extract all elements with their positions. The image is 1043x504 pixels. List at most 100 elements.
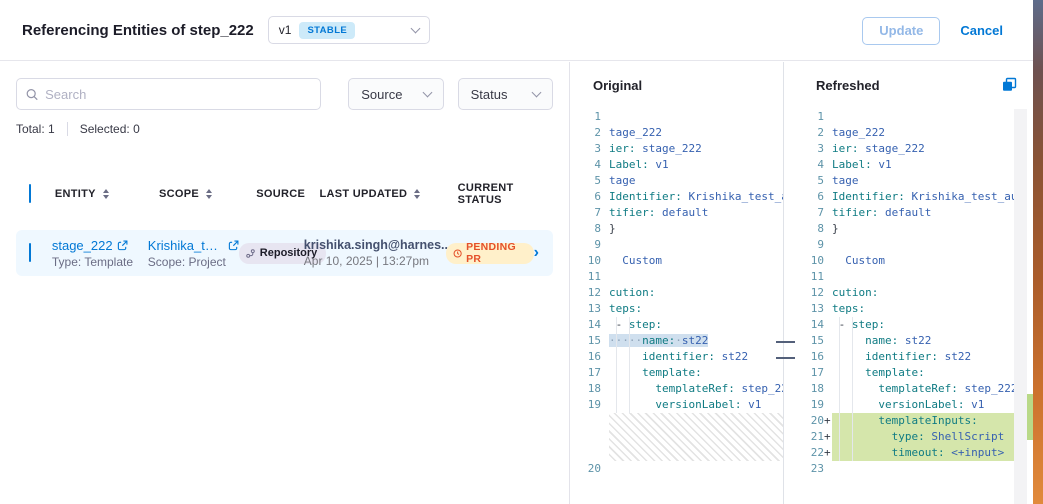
code-line: 22+ timeout: <+input> [794,445,1014,461]
line-number: 15 [571,333,601,349]
column-last-updated: LAST UPDATED [320,188,408,200]
line-number: 9 [571,237,601,253]
cancel-button[interactable]: Cancel [960,23,1003,38]
line-number: 2 [571,125,601,141]
diff-marker [824,397,832,413]
row-checkbox[interactable] [29,243,31,262]
external-link-icon[interactable] [228,240,239,251]
code-line: 8} [571,221,783,237]
line-number: 10 [794,253,824,269]
external-link-icon[interactable] [117,240,128,251]
code-line: 17 template: [794,365,1014,381]
sort-icon[interactable] [414,189,420,199]
line-number: 12 [794,285,824,301]
diff-marker [824,125,832,141]
search-box[interactable] [16,78,321,110]
code-line: 6Identifier: Krishika_test_aut [794,189,1014,205]
code-line: 3ier: stage_222 [794,141,1014,157]
line-number: 17 [571,365,601,381]
code-text: } [609,221,783,237]
scope-level: Scope: Project [148,255,239,269]
code-text: identifier: st22 [609,349,783,365]
line-number: 18 [571,381,601,397]
diff-viewer: Original 12tage_2223ier: stage_2224Label… [571,62,1033,504]
diff-marker [601,461,609,477]
stable-badge: STABLE [299,22,355,39]
diff-marker [601,333,609,349]
diff-marker [601,221,609,237]
code-line: 4Label: v1 [794,157,1014,173]
status-filter-select[interactable]: Status [458,78,553,110]
code-line: 8} [794,221,1014,237]
chevron-down-icon [410,23,420,33]
code-line: 20+ templateInputs: [794,413,1014,429]
diff-marker [824,141,832,157]
totals-bar: Total: 1 Selected: 0 [16,122,553,136]
selected-count: Selected: 0 [80,122,140,136]
refreshed-code[interactable]: 12tage_2223ier: stage_2224Label: v15tage… [794,109,1014,477]
diff-marker [824,301,832,317]
page-edge-gradient [1033,0,1043,504]
code-line: 2tage_222 [571,125,783,141]
line-number: 10 [571,253,601,269]
diff-pane-refreshed: Refreshed 12tage_2223ier: stage_2224Labe… [794,62,1014,504]
code-line: 3ier: stage_222 [571,141,783,157]
code-line: 7tifier: default [571,205,783,221]
diff-marker [601,173,609,189]
line-number: 12 [571,285,601,301]
indent-guide [839,317,840,461]
diff-marker: + [824,445,832,461]
code-text: templateRef: step_222 [609,381,783,397]
code-line: 15 name: st22 [794,333,1014,349]
original-pane-title: Original [571,62,783,109]
update-button[interactable]: Update [862,17,940,45]
search-icon [26,88,38,101]
code-text: template: [609,365,783,381]
scrollbar-track[interactable] [1014,109,1027,504]
select-all-checkbox[interactable] [29,184,31,203]
version-select[interactable]: v1 STABLE [268,16,430,44]
sort-icon[interactable] [206,189,212,199]
chevron-right-icon[interactable]: › [534,244,539,261]
search-input[interactable] [45,87,311,102]
diff-marker [824,221,832,237]
copy-button[interactable] [1002,77,1017,92]
updated-at: Apr 10, 2025 | 13:27pm [304,254,446,268]
diff-marker [601,253,609,269]
line-number: 7 [794,205,824,221]
page-title: Referencing Entities of step_222 [22,22,254,39]
code-text: versionLabel: v1 [609,397,783,413]
line-number: 7 [571,205,601,221]
indent-guide [852,317,853,461]
code-line: 16 identifier: st22 [571,349,783,365]
header-actions: Update Cancel [862,0,1003,61]
code-text: tage [832,173,1014,189]
diff-marker [601,141,609,157]
line-number: 17 [794,365,824,381]
code-line: 9 [794,237,1014,253]
code-text: - step: [609,317,783,333]
scope-name-link[interactable]: Krishika_test_au... [148,238,224,253]
sort-icon[interactable] [103,189,109,199]
code-text [609,237,783,253]
table-row[interactable]: stage_222 Type: Template Krishika_test_a… [16,230,553,276]
code-text: Label: v1 [832,157,1014,173]
code-line: 14 - step: [571,317,783,333]
indent-guide [629,317,630,413]
code-text: identifier: st22 [832,349,1014,365]
code-line: 6Identifier: Krishika_test_aut [571,189,783,205]
entity-name-link[interactable]: stage_222 [52,238,113,253]
line-number: 11 [571,269,601,285]
line-number: 11 [794,269,824,285]
line-number: 15 [794,333,824,349]
diff-marker [824,189,832,205]
diff-marker [824,461,832,477]
code-text: - step: [832,317,1014,333]
pane-divider [783,62,784,504]
code-text: ier: stage_222 [832,141,1014,157]
source-filter-select[interactable]: Source [348,78,443,110]
original-code[interactable]: 12tage_2223ier: stage_2224Label: v15tage… [571,109,783,477]
diff-marker [601,189,609,205]
code-text [832,461,1014,477]
code-text: tifier: default [832,205,1014,221]
